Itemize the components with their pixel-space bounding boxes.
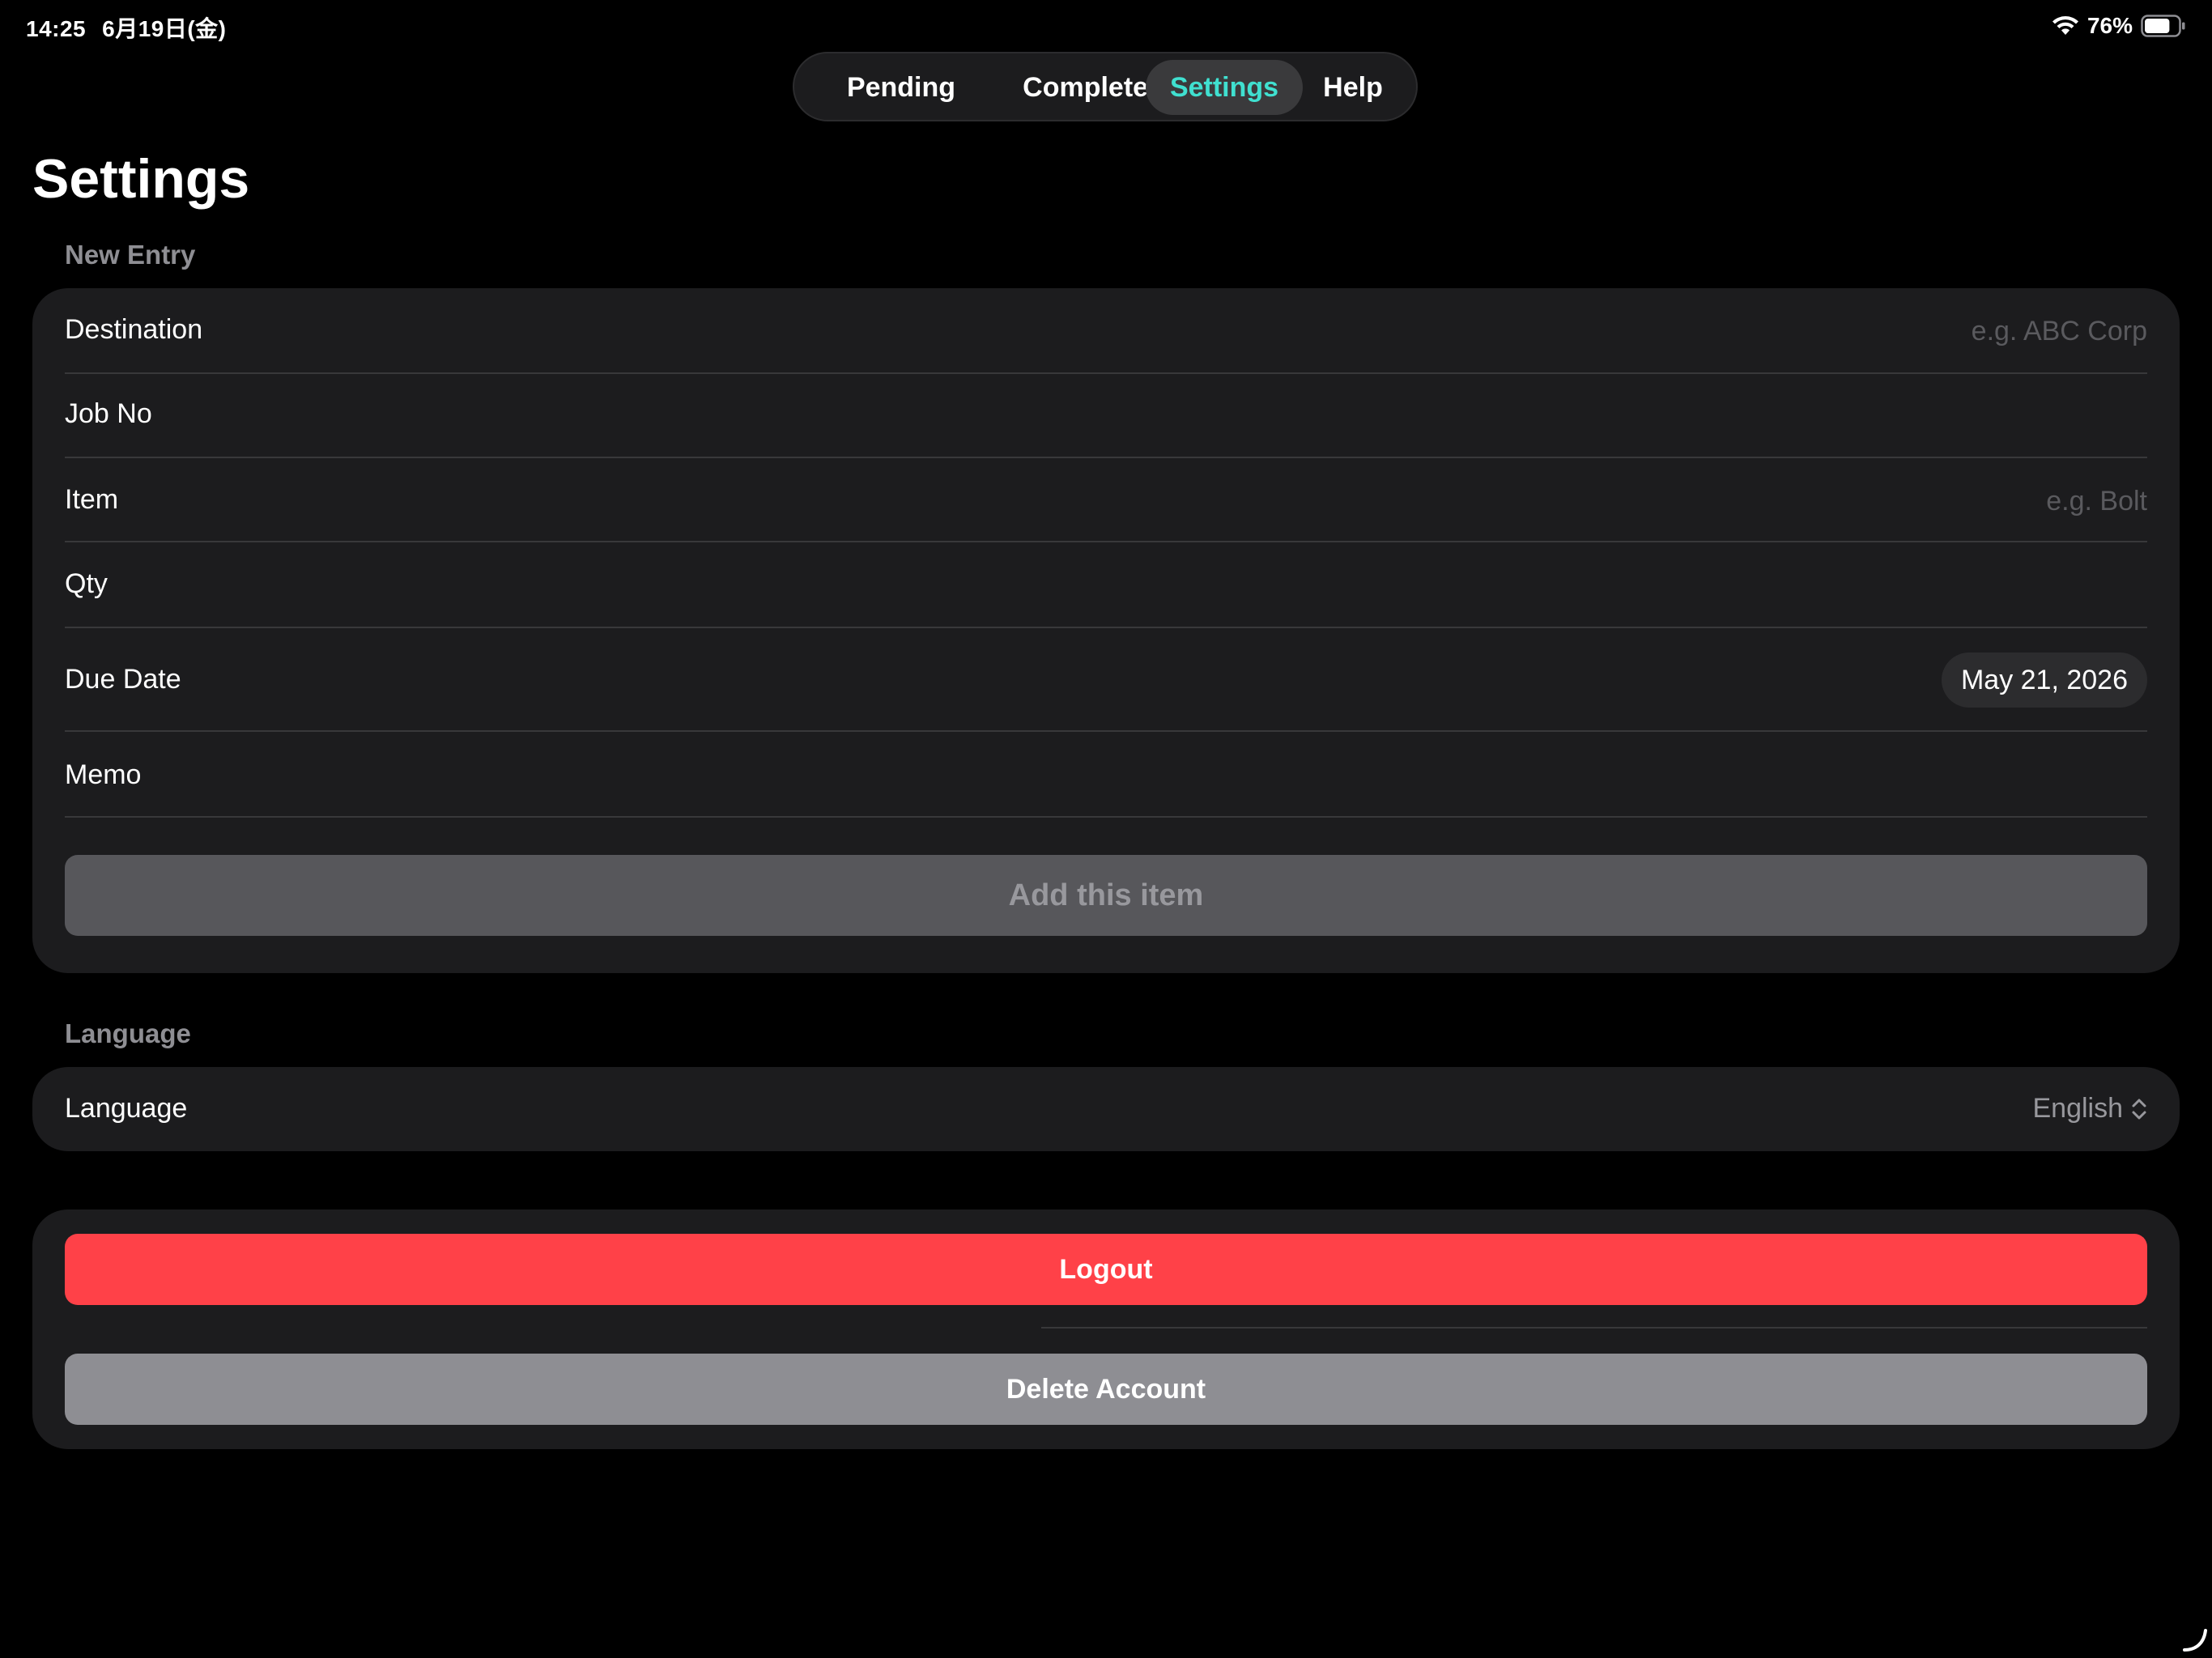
language-section-header: Language xyxy=(65,1018,191,1048)
job-no-label: Job No xyxy=(65,398,152,429)
status-time: 14:25 xyxy=(26,16,87,41)
due-date-row: Due Date May 21, 2026 xyxy=(65,628,2147,732)
destination-row[interactable]: Destination e.g. ABC Corp xyxy=(65,290,2147,374)
item-label: Item xyxy=(65,484,119,515)
language-selected-value: English xyxy=(2032,1093,2123,1124)
memo-label: Memo xyxy=(65,759,142,790)
status-date: 6月19日(金) xyxy=(102,16,227,41)
qty-label: Qty xyxy=(65,568,108,599)
add-item-button[interactable]: Add this item xyxy=(65,855,2147,936)
resize-handle-icon[interactable] xyxy=(2181,1626,2209,1653)
tab-settings[interactable]: Settings xyxy=(1146,60,1303,115)
delete-account-button[interactable]: Delete Account xyxy=(65,1354,2147,1425)
due-date-label: Due Date xyxy=(65,664,181,695)
job-no-row[interactable]: Job No xyxy=(65,374,2147,458)
qty-row[interactable]: Qty xyxy=(65,542,2147,628)
battery-percent: 76% xyxy=(2087,13,2133,38)
destination-label: Destination xyxy=(65,314,203,345)
item-row[interactable]: Item e.g. Bolt xyxy=(65,458,2147,542)
battery-icon xyxy=(2141,15,2185,37)
segmented-tab-bar: Pending Completed Settings Help xyxy=(793,52,1418,121)
status-time-date: 14:25 6月19日(金) xyxy=(26,11,227,44)
item-field[interactable]: e.g. Bolt xyxy=(2046,486,2147,517)
status-indicators: 76% xyxy=(2052,11,2186,40)
chevron-up-down-icon xyxy=(2132,1099,2146,1119)
new-entry-section-header: New Entry xyxy=(65,240,196,270)
memo-row[interactable]: Memo xyxy=(65,732,2147,818)
due-date-picker[interactable]: May 21, 2026 xyxy=(1941,653,2147,708)
language-picker[interactable]: English xyxy=(2032,1093,2147,1124)
page-title: Settings xyxy=(32,148,250,210)
tab-help[interactable]: Help xyxy=(1303,60,1403,115)
tab-pending[interactable]: Pending xyxy=(809,60,993,115)
language-row[interactable]: Language English xyxy=(65,1067,2147,1151)
logout-button[interactable]: Logout xyxy=(65,1234,2147,1305)
destination-field[interactable]: e.g. ABC Corp xyxy=(1972,316,2147,347)
language-label: Language xyxy=(65,1093,188,1124)
status-bar: 14:25 6月19日(金) 76% xyxy=(0,0,2212,52)
wifi-icon xyxy=(2052,16,2078,35)
account-divider xyxy=(1041,1327,2147,1329)
